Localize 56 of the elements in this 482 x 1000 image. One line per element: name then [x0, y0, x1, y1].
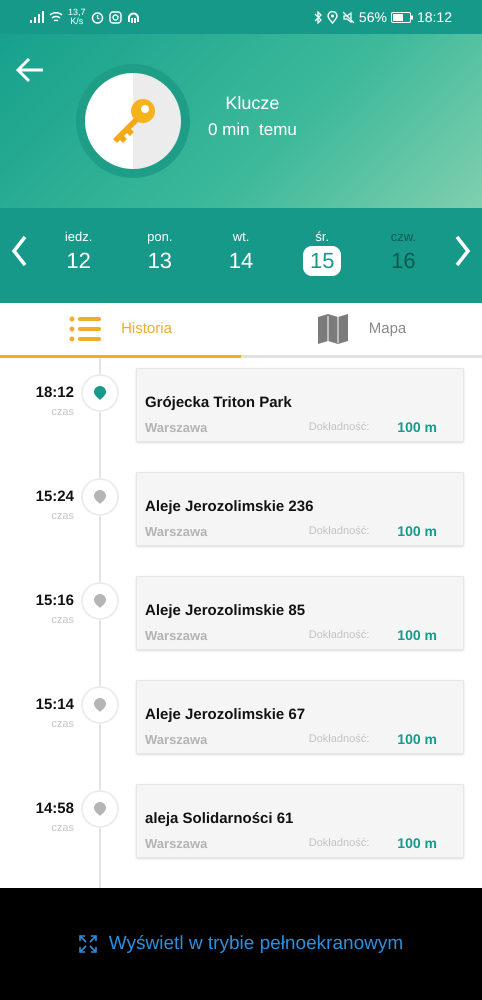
- time-label: czas: [51, 821, 74, 836]
- list-icon: [69, 316, 102, 342]
- last-update: 0 min temu: [208, 118, 297, 141]
- place-name: Aleje Jerozolimskie 85: [145, 600, 306, 621]
- entry-time: 18:12: [36, 382, 74, 403]
- time-label: czas: [51, 405, 74, 420]
- camera-icon: [108, 10, 122, 24]
- date-button[interactable]: 14: [222, 246, 260, 276]
- accuracy-value: 100 m: [397, 626, 437, 645]
- date-button[interactable]: 12: [59, 246, 98, 276]
- accuracy-value: 100 m: [397, 834, 437, 853]
- device-name: Klucze: [225, 92, 280, 115]
- city-name: Warszawa: [145, 730, 208, 749]
- alarm-icon: [90, 10, 104, 24]
- accuracy-value: 100 m: [397, 522, 437, 541]
- time-label: czas: [51, 509, 74, 524]
- entry-time: 15:16: [36, 590, 74, 611]
- date-button[interactable]: 13: [140, 246, 180, 276]
- time-label: czas: [51, 717, 74, 732]
- entry-time: 14:58: [36, 798, 74, 819]
- weekday-label: iedz.: [64, 228, 92, 246]
- entry-time: 15:14: [36, 694, 74, 715]
- chevron-right-icon: [455, 235, 471, 268]
- entry-time: 15:24: [36, 486, 74, 507]
- map-icon: [316, 312, 349, 345]
- mute-icon: [342, 10, 355, 24]
- city-name: Warszawa: [145, 522, 208, 541]
- weekday-label: czw.: [390, 228, 416, 246]
- accuracy-value: 100 m: [397, 730, 437, 749]
- tab[interactable]: Mapa: [241, 302, 482, 358]
- location-icon: [326, 10, 338, 24]
- speed-unit: K/s: [70, 17, 84, 26]
- city-name: Warszawa: [145, 834, 208, 853]
- date-button[interactable]: 15: [302, 246, 342, 276]
- back-arrow-icon: [16, 57, 44, 84]
- place-name: Grójecka Triton Park: [145, 392, 293, 413]
- chevron-left-icon: [11, 235, 27, 268]
- wifi-icon: [49, 11, 63, 24]
- bluetooth-icon: [314, 10, 323, 24]
- signal-icon: [30, 11, 44, 24]
- weekday-label: pon.: [147, 228, 172, 246]
- city-name: Warszawa: [145, 626, 208, 645]
- battery-icon: [390, 12, 413, 23]
- weekday-label: śr.: [315, 228, 330, 246]
- fullscreen-link[interactable]: Wyświetl w trybie pełnoekranowym: [78, 930, 404, 958]
- place-name: Aleje Jerozolimskie 67: [145, 704, 306, 725]
- accuracy-value: 100 m: [397, 418, 437, 437]
- time-label: czas: [51, 613, 74, 628]
- place-name: aleja Solidarności 61: [145, 808, 294, 829]
- clock-time: 18:12: [416, 8, 452, 27]
- expand-icon: [78, 934, 97, 953]
- speed-value: 13,7: [68, 8, 86, 18]
- weekday-label: wt.: [232, 228, 250, 246]
- battery-percent: 56%: [358, 8, 387, 27]
- city-name: Warszawa: [145, 418, 208, 437]
- place-name: Aleje Jerozolimskie 236: [145, 496, 314, 517]
